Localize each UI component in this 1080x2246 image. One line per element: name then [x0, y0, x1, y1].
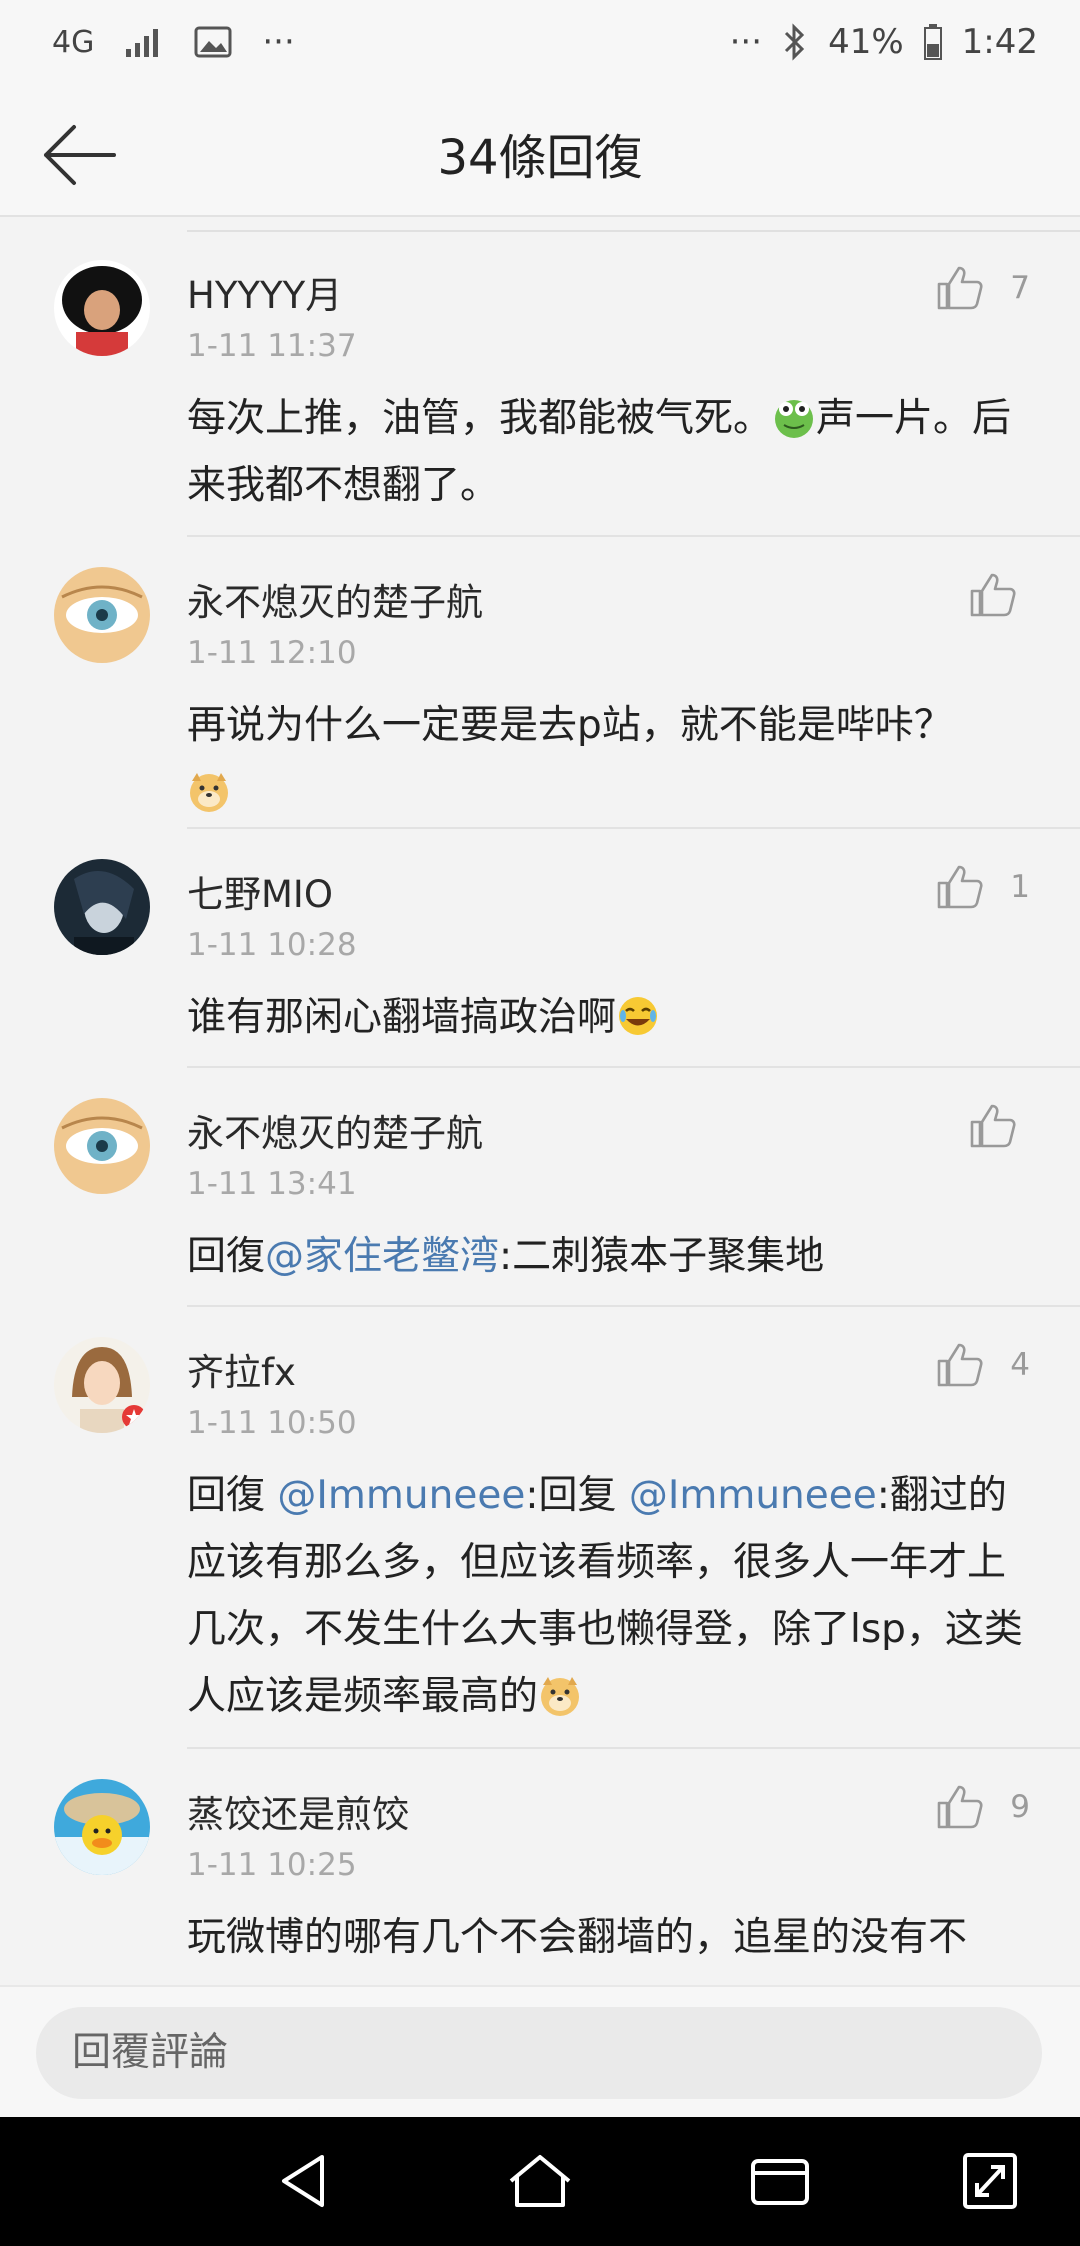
- username[interactable]: 永不熄灭的楚子航: [187, 1103, 483, 1157]
- comment-divider: [187, 1066, 1080, 1068]
- timestamp: 1-11 12:10: [187, 635, 357, 671]
- battery-percent: 41%: [828, 22, 904, 62]
- timestamp: 1-11 10:50: [187, 1405, 357, 1441]
- doge-emoji: [190, 773, 228, 812]
- like-count: 1: [1010, 869, 1030, 905]
- comment-text-part: 再说为什么一定要是去p站，就不能是哔咔？: [187, 703, 953, 748]
- doge-emoji: [541, 1677, 580, 1716]
- comment-divider: [187, 827, 1080, 829]
- avatar[interactable]: [54, 1779, 150, 1875]
- comment-text-part: :二刺猿本子聚集地: [499, 1234, 825, 1279]
- avatar[interactable]: [54, 260, 150, 356]
- thumbs-up-icon: [937, 266, 983, 310]
- comment-text-part: 每次上推，油管，我都能被气死。: [187, 396, 773, 441]
- comment-text: 回復 @Immuneee:回复 @Immuneee:翻过的应该有那么多，但应该看…: [187, 1462, 1037, 1730]
- comment-text-part: 谁有那闲心翻墙搞政治啊: [187, 995, 617, 1040]
- clock: 1:42: [961, 22, 1038, 62]
- like-button[interactable]: [935, 1781, 985, 1831]
- thumbs-up-icon: [937, 1785, 983, 1829]
- timestamp: 1-11 11:37: [187, 328, 357, 364]
- nav-back-button[interactable]: [270, 2149, 340, 2213]
- thumbs-up-icon: [937, 1343, 983, 1387]
- like-button[interactable]: [935, 262, 985, 312]
- system-nav-bar: [0, 2117, 1080, 2246]
- signal-icon: [124, 25, 164, 59]
- username[interactable]: HYYYY月: [187, 265, 342, 319]
- laugh-cry-emoji: [619, 997, 658, 1035]
- avatar[interactable]: [54, 567, 150, 663]
- page-title: 34條回復: [437, 130, 643, 186]
- timestamp: 1-11 13:41: [187, 1166, 357, 1202]
- username[interactable]: 永不熄灭的楚子航: [187, 572, 483, 626]
- status-bar: 4G ··· ··· 41% 1:42: [0, 0, 1080, 90]
- more-notifications-icon: ···: [262, 22, 295, 62]
- network-type: 4G: [52, 24, 95, 60]
- nav-screen-toggle-button[interactable]: [955, 2149, 1025, 2213]
- comment-divider: [187, 1305, 1080, 1307]
- reply-prefix: 回復: [187, 1234, 266, 1279]
- header: 34條回復: [0, 90, 1080, 217]
- top-divider: [187, 230, 1080, 232]
- home-icon: [509, 2155, 571, 2207]
- avatar[interactable]: [54, 1098, 150, 1194]
- username[interactable]: 七野MIO: [187, 864, 333, 918]
- timestamp: 1-11 10:28: [187, 927, 357, 963]
- image-icon: [194, 26, 232, 58]
- username[interactable]: 齐拉fx: [187, 1342, 296, 1396]
- expand-icon: [963, 2153, 1017, 2209]
- mention-link[interactable]: @家住老鳖湾: [265, 1234, 499, 1279]
- username[interactable]: 蒸饺还是煎饺: [187, 1784, 409, 1838]
- like-count: 9: [1010, 1789, 1030, 1825]
- recents-icon: [751, 2159, 809, 2205]
- like-button[interactable]: [968, 1100, 1018, 1150]
- triangle-back-icon: [282, 2155, 324, 2207]
- comment-text: 每次上推，油管，我都能被气死。 声一片。后来我都不想翻了。: [187, 385, 1037, 519]
- comment-divider: [187, 1747, 1080, 1749]
- mention-link[interactable]: @Immuneee: [629, 1473, 877, 1518]
- thumbs-up-icon: [970, 573, 1016, 617]
- avatar[interactable]: [54, 1337, 150, 1433]
- mention-link[interactable]: @Immuneee: [277, 1473, 525, 1518]
- like-button[interactable]: [935, 861, 985, 911]
- nav-home-button[interactable]: [505, 2149, 575, 2213]
- reply-middle: :回复: [525, 1473, 629, 1518]
- reply-input[interactable]: 回覆評論: [36, 2007, 1042, 2099]
- comment-text: 谁有那闲心翻墙搞政治啊: [187, 984, 1037, 1051]
- like-button[interactable]: [968, 569, 1018, 619]
- bluetooth-icon: [782, 23, 808, 61]
- like-count: 7: [1010, 270, 1030, 306]
- like-button[interactable]: [935, 1339, 985, 1389]
- avatar[interactable]: [54, 859, 150, 955]
- frog-emoji: [775, 400, 814, 438]
- like-count: 4: [1010, 1347, 1030, 1383]
- reply-prefix: 回復: [187, 1473, 278, 1518]
- battery-icon: [923, 24, 942, 60]
- comment-text: 回復@家住老鳖湾:二刺猿本子聚集地: [187, 1223, 1037, 1290]
- comment-divider: [187, 535, 1080, 537]
- reply-bar: 回覆評論: [0, 1985, 1080, 2119]
- thumbs-up-icon: [970, 1104, 1016, 1148]
- comment-text: 玩微博的哪有几个不会翻墙的，追星的没有不: [187, 1904, 1037, 1971]
- thumbs-up-icon: [937, 865, 983, 909]
- nav-recents-button[interactable]: [745, 2149, 815, 2213]
- comment-text: 再说为什么一定要是去p站，就不能是哔咔？: [187, 692, 1037, 826]
- comment-text-part: 玩微博的哪有几个不会翻墙的，追星的没有不: [187, 1915, 968, 1960]
- more-status-icon: ···: [729, 22, 763, 62]
- timestamp: 1-11 10:25: [187, 1847, 357, 1883]
